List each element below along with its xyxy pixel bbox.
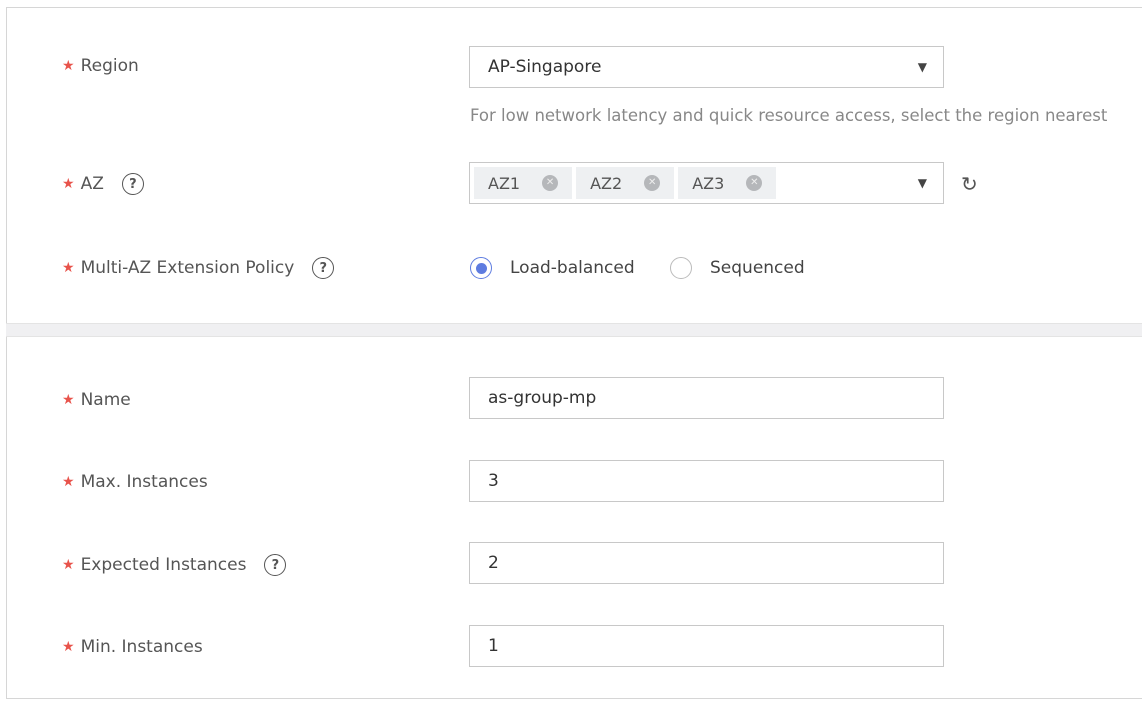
- expected-label-text: Expected Instances: [80, 555, 247, 575]
- dropdown-arrow-icon: ▼: [917, 176, 927, 190]
- az-tag-label: AZ2: [590, 173, 623, 193]
- policy-label: ★ Multi-AZ Extension Policy?: [62, 257, 335, 279]
- remove-tag-icon[interactable]: ✕: [542, 175, 559, 191]
- expected-instances-label: ★ Expected Instances?: [62, 554, 287, 576]
- az-tag-label: AZ1: [488, 173, 521, 193]
- radio-load-balanced[interactable]: Load-balanced: [470, 257, 635, 279]
- required-icon: ★: [62, 474, 75, 490]
- az-tag: AZ1 ✕: [474, 167, 573, 199]
- min-label-text: Min. Instances: [80, 637, 203, 657]
- help-icon[interactable]: ?: [264, 554, 287, 576]
- max-instances-input[interactable]: 3: [469, 460, 944, 502]
- required-icon: ★: [62, 639, 75, 655]
- required-icon: ★: [62, 392, 75, 408]
- az-tag: AZ2 ✕: [576, 167, 675, 199]
- required-icon: ★: [62, 176, 75, 192]
- az-tag-label: AZ3: [692, 173, 725, 193]
- dropdown-arrow-icon: ▼: [917, 60, 927, 74]
- region-value: AP-Singapore: [488, 57, 602, 77]
- min-value: 1: [488, 636, 499, 656]
- remove-tag-icon[interactable]: ✕: [644, 175, 661, 191]
- refresh-icon[interactable]: ↻: [961, 172, 978, 196]
- name-label-text: Name: [80, 390, 131, 410]
- radio-label: Load-balanced: [510, 258, 635, 278]
- az-label: ★ AZ?: [62, 173, 144, 195]
- expected-value: 2: [488, 553, 499, 573]
- max-value: 3: [488, 471, 499, 491]
- policy-label-text: Multi-AZ Extension Policy: [80, 258, 295, 278]
- region-hint: For low network latency and quick resour…: [470, 106, 1108, 125]
- help-icon[interactable]: ?: [312, 257, 335, 279]
- min-instances-input[interactable]: 1: [469, 625, 944, 667]
- name-value: as-group-mp: [488, 388, 597, 408]
- name-label: ★ Name: [62, 390, 131, 410]
- region-label: ★ Region: [62, 56, 139, 76]
- region-select[interactable]: AP-Singapore ▼: [469, 46, 944, 88]
- remove-tag-icon[interactable]: ✕: [746, 175, 763, 191]
- radio-label: Sequenced: [710, 258, 805, 278]
- required-icon: ★: [62, 557, 75, 573]
- region-label-text: Region: [80, 56, 139, 76]
- help-icon[interactable]: ?: [121, 173, 144, 195]
- radio-sequenced[interactable]: Sequenced: [670, 257, 805, 279]
- section-divider: [6, 323, 1142, 337]
- min-instances-label: ★ Min. Instances: [62, 637, 203, 657]
- max-label-text: Max. Instances: [80, 472, 208, 492]
- az-multiselect[interactable]: AZ1 ✕ AZ2 ✕ AZ3 ✕ ▼: [469, 162, 944, 204]
- radio-unselected-icon: [670, 257, 692, 279]
- required-icon: ★: [62, 58, 75, 74]
- max-instances-label: ★ Max. Instances: [62, 472, 208, 492]
- radio-selected-icon: [470, 257, 492, 279]
- az-tag: AZ3 ✕: [678, 167, 777, 199]
- az-label-text: AZ: [80, 174, 104, 194]
- required-icon: ★: [62, 260, 75, 276]
- name-input[interactable]: as-group-mp: [469, 377, 944, 419]
- expected-instances-input[interactable]: 2: [469, 542, 944, 584]
